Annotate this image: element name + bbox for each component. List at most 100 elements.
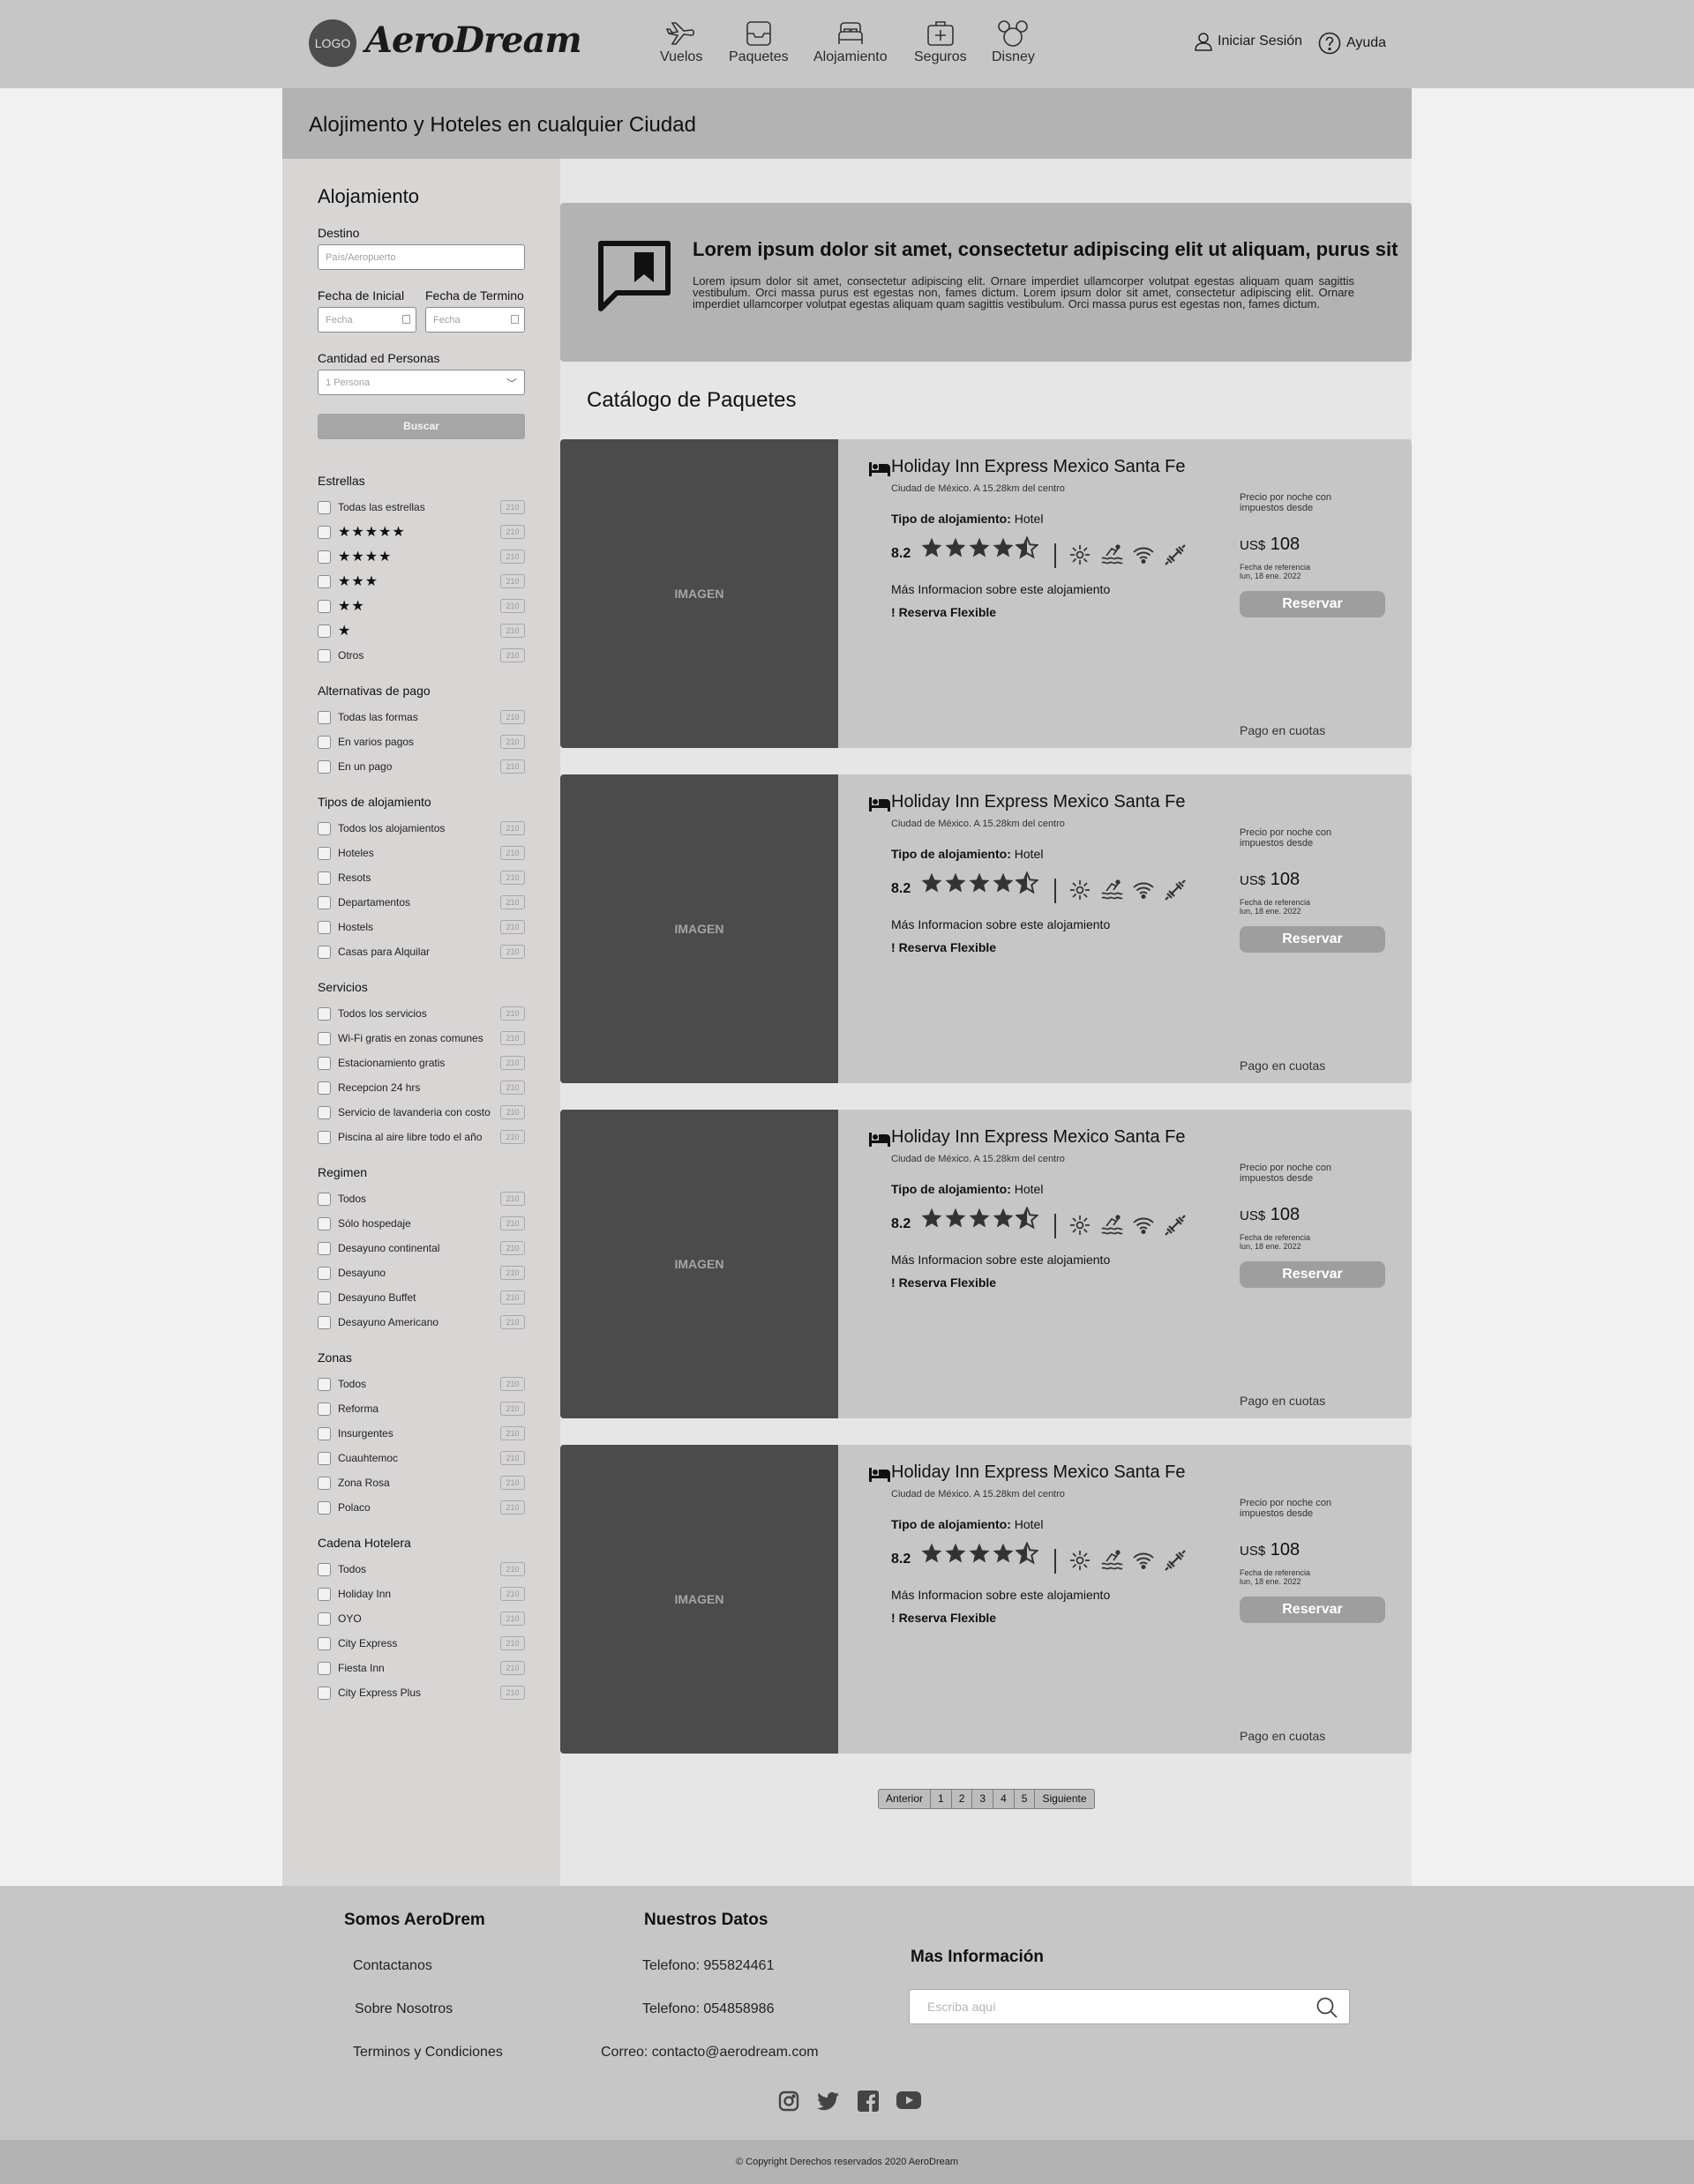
reservar-button[interactable]: Reservar: [1240, 926, 1385, 953]
youtube-icon[interactable]: [896, 2091, 921, 2110]
filter-option[interactable]: Todos 210: [318, 1186, 525, 1211]
filter-checkbox[interactable]: [318, 1686, 331, 1700]
filter-checkbox[interactable]: [318, 1587, 331, 1601]
footer-link-contactanos[interactable]: Contactanos: [353, 1958, 432, 1974]
footer-search-input[interactable]: Escriba aquí: [909, 1989, 1350, 2024]
pagination-prev[interactable]: Anterior: [879, 1790, 932, 1808]
filter-checkbox[interactable]: [318, 500, 331, 514]
filter-checkbox[interactable]: [318, 735, 331, 749]
filter-checkbox[interactable]: [318, 1562, 331, 1576]
filter-option[interactable]: Departamentos 210: [318, 890, 525, 915]
filter-checkbox[interactable]: [318, 920, 331, 934]
filter-option[interactable]: Wi-Fi gratis en zonas comunes 210: [318, 1026, 525, 1051]
filter-option[interactable]: Recepcion 24 hrs 210: [318, 1075, 525, 1100]
nav-disney[interactable]: Disney: [992, 19, 1035, 65]
search-icon[interactable]: [1315, 1996, 1338, 2019]
personas-select[interactable]: 1 Persona ﹀: [318, 370, 525, 395]
filter-option[interactable]: ★★★ 210: [318, 569, 525, 594]
pagination-page[interactable]: 5: [1015, 1790, 1036, 1808]
filter-option[interactable]: ★★★★ 210: [318, 544, 525, 569]
nav-alojamiento[interactable]: Alojamiento: [813, 19, 888, 65]
pagination-page[interactable]: 3: [972, 1790, 994, 1808]
pagination-next[interactable]: Siguiente: [1035, 1790, 1093, 1808]
filter-option[interactable]: Sólo hospedaje 210: [318, 1211, 525, 1236]
filter-option[interactable]: Resots 210: [318, 865, 525, 890]
fecha-inicial-input[interactable]: Fecha: [318, 307, 416, 333]
filter-checkbox[interactable]: [318, 1476, 331, 1490]
filter-option[interactable]: Desayuno continental 210: [318, 1236, 525, 1260]
destino-input[interactable]: País/Aeropuerto: [318, 244, 525, 270]
filter-option[interactable]: Todas las formas 210: [318, 705, 525, 729]
filter-checkbox[interactable]: [318, 759, 331, 774]
filter-checkbox[interactable]: [318, 550, 331, 564]
filter-checkbox[interactable]: [318, 648, 331, 662]
footer-link-terminos[interactable]: Terminos y Condiciones: [353, 2045, 503, 2061]
logo[interactable]: LOGO: [309, 19, 356, 67]
filter-option[interactable]: En varios pagos 210: [318, 729, 525, 754]
twitter-icon[interactable]: [817, 2091, 840, 2112]
filter-option[interactable]: Reforma 210: [318, 1396, 525, 1421]
filter-checkbox[interactable]: [318, 1241, 331, 1255]
filter-checkbox[interactable]: [318, 710, 331, 724]
filter-checkbox[interactable]: [318, 1500, 331, 1515]
filter-checkbox[interactable]: [318, 1105, 331, 1119]
filter-option[interactable]: Hostels 210: [318, 915, 525, 939]
filter-option[interactable]: Zona Rosa 210: [318, 1470, 525, 1495]
filter-checkbox[interactable]: [318, 895, 331, 909]
filter-option[interactable]: City Express 210: [318, 1631, 525, 1656]
fecha-termino-input[interactable]: Fecha: [425, 307, 525, 333]
instagram-icon[interactable]: [778, 2091, 799, 2112]
filter-option[interactable]: Desayuno 210: [318, 1260, 525, 1285]
filter-option[interactable]: Todos 210: [318, 1557, 525, 1582]
hotel-name[interactable]: Holiday Inn Express Mexico Santa Fe: [891, 1462, 1186, 1483]
filter-option[interactable]: Piscina al aire libre todo el año 210: [318, 1125, 525, 1149]
filter-option[interactable]: Desayuno Americano 210: [318, 1310, 525, 1335]
filter-option[interactable]: Hoteles 210: [318, 841, 525, 865]
more-info-link[interactable]: Más Informacion sobre este alojamiento: [891, 1588, 1110, 1602]
filter-option[interactable]: Servicio de lavanderia con costo 210: [318, 1100, 525, 1125]
filter-checkbox[interactable]: [318, 1315, 331, 1329]
filter-option[interactable]: Otros 210: [318, 643, 525, 668]
filter-checkbox[interactable]: [318, 1451, 331, 1465]
filter-checkbox[interactable]: [318, 1031, 331, 1045]
more-info-link[interactable]: Más Informacion sobre este alojamiento: [891, 917, 1110, 931]
filter-option[interactable]: ★★★★★ 210: [318, 520, 525, 544]
nav-seguros[interactable]: Seguros: [914, 19, 967, 65]
more-info-link[interactable]: Más Informacion sobre este alojamiento: [891, 582, 1110, 596]
filter-checkbox[interactable]: [318, 1426, 331, 1440]
hotel-image[interactable]: IMAGEN: [560, 1445, 838, 1754]
filter-option[interactable]: City Express Plus 210: [318, 1680, 525, 1705]
filter-option[interactable]: Fiesta Inn 210: [318, 1656, 525, 1680]
filter-option[interactable]: OYO 210: [318, 1606, 525, 1631]
filter-checkbox[interactable]: [318, 1377, 331, 1391]
filter-checkbox[interactable]: [318, 1290, 331, 1305]
reservar-button[interactable]: Reservar: [1240, 1261, 1385, 1288]
pagination-page[interactable]: 2: [952, 1790, 973, 1808]
hotel-name[interactable]: Holiday Inn Express Mexico Santa Fe: [891, 457, 1186, 477]
nav-vuelos[interactable]: Vuelos: [660, 19, 702, 65]
buscar-button[interactable]: Buscar: [318, 414, 525, 439]
filter-checkbox[interactable]: [318, 1081, 331, 1095]
filter-option[interactable]: Todos los servicios 210: [318, 1001, 525, 1026]
filter-checkbox[interactable]: [318, 945, 331, 959]
filter-checkbox[interactable]: [318, 1402, 331, 1416]
filter-checkbox[interactable]: [318, 624, 331, 638]
filter-checkbox[interactable]: [318, 574, 331, 588]
filter-checkbox[interactable]: [318, 1056, 331, 1070]
reservar-button[interactable]: Reservar: [1240, 1597, 1385, 1623]
filter-option[interactable]: Casas para Alquilar 210: [318, 939, 525, 964]
more-info-link[interactable]: Más Informacion sobre este alojamiento: [891, 1253, 1110, 1267]
filter-option[interactable]: Todos los alojamientos 210: [318, 816, 525, 841]
filter-checkbox[interactable]: [318, 1216, 331, 1230]
filter-option[interactable]: Desayuno Buffet 210: [318, 1285, 525, 1310]
filter-checkbox[interactable]: [318, 1266, 331, 1280]
filter-option[interactable]: Insurgentes 210: [318, 1421, 525, 1446]
hotel-image[interactable]: IMAGEN: [560, 1110, 838, 1418]
reservar-button[interactable]: Reservar: [1240, 591, 1385, 617]
hotel-name[interactable]: Holiday Inn Express Mexico Santa Fe: [891, 1127, 1186, 1148]
filter-checkbox[interactable]: [318, 1130, 331, 1144]
filter-checkbox[interactable]: [318, 1006, 331, 1021]
facebook-icon[interactable]: [858, 2091, 879, 2112]
filter-option[interactable]: Todas las estrellas 210: [318, 495, 525, 520]
filter-checkbox[interactable]: [318, 1192, 331, 1206]
